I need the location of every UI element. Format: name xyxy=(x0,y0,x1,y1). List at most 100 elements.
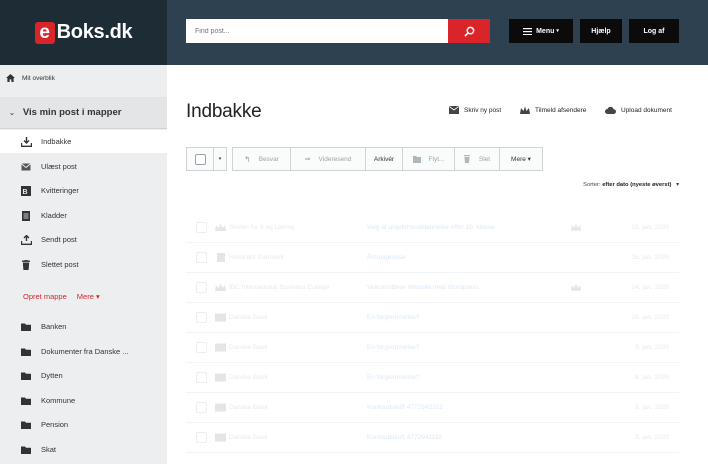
top-bar: e Boks.dk Menu ▾ Hjælp Log af xyxy=(0,0,708,65)
menu-label: Menu xyxy=(536,27,555,35)
more-folders-link[interactable]: Mere ▾ xyxy=(77,292,100,301)
sidebar-section-folders[interactable]: ⌄ Vis min post i mapper xyxy=(0,97,167,129)
search-button[interactable] xyxy=(448,19,490,43)
folder-icon xyxy=(19,421,33,429)
menu-button[interactable]: Menu ▾ xyxy=(509,19,573,43)
sidebar-item-drafts[interactable]: Kladder xyxy=(0,204,167,227)
message-sender: Danske Bank xyxy=(229,434,268,441)
message-sender: Danske Bank xyxy=(229,374,268,381)
reply-button[interactable]: ↰ Besvar xyxy=(232,147,291,171)
message-sender: Hosbrødt Danmark xyxy=(229,254,284,261)
create-folder-link[interactable]: Opret mappe xyxy=(23,292,67,301)
crown-icon xyxy=(215,223,226,231)
sort-value: efter dato (nyeste øverst) xyxy=(602,182,672,188)
message-row[interactable]: Danske Bank En forglemmelse? 9. jan. 202… xyxy=(186,333,679,363)
message-row[interactable]: Danske Bank En forglemmelse? 10. jan. 20… xyxy=(186,303,679,333)
envelope-icon xyxy=(215,313,226,322)
message-date: 14. jan. 2020 xyxy=(631,284,669,291)
checkbox-icon xyxy=(194,153,206,165)
message-row[interactable]: Hosbrødt Danmark Årsopgørelse 15. jan. 2… xyxy=(186,243,679,273)
write-post-button[interactable]: Skriv ny post xyxy=(449,106,501,114)
message-date: 9. jan. 2020 xyxy=(635,344,669,351)
sidebar-item-label: Slettet post xyxy=(41,260,79,269)
message-subject: Kontoudskrift 4772943202 xyxy=(367,404,443,411)
select-all-checkbox[interactable] xyxy=(186,147,214,171)
sidebar-folder[interactable]: Skat xyxy=(0,438,167,461)
cloud-upload-icon xyxy=(605,106,616,114)
message-row[interactable]: Skolen for 9 og Læring Valg af ungdomsud… xyxy=(186,213,679,243)
message-subject: Velkomstbrev Website med Wordpress xyxy=(367,284,479,291)
chevron-down-icon: ▾ xyxy=(556,28,559,34)
row-checkbox[interactable] xyxy=(196,342,207,353)
select-dropdown[interactable]: ▾ xyxy=(213,147,227,171)
crown-icon xyxy=(571,223,581,231)
row-checkbox[interactable] xyxy=(196,372,207,383)
message-row[interactable]: Danske Bank En forglemmelse? 8. jan. 202… xyxy=(186,363,679,393)
forward-button[interactable]: ⇒ Videresend xyxy=(290,147,366,171)
row-checkbox[interactable] xyxy=(196,252,207,263)
folder-move-icon xyxy=(412,155,421,163)
sidebar-folder-label: Skat xyxy=(41,445,57,454)
message-date: 3. jan. 2020 xyxy=(635,434,669,441)
page-title: Indbakke xyxy=(186,101,262,122)
message-subject: En forglemmelse? xyxy=(367,314,420,321)
message-row[interactable]: Danske Bank Kontoudskrift 4772941192 3. … xyxy=(186,423,679,453)
sidebar-folder[interactable]: Banken xyxy=(0,315,167,338)
message-date: 15. jan. 2020 xyxy=(631,224,669,231)
message-sender: IBC International Business College xyxy=(229,284,330,291)
message-date: 8. jan. 2020 xyxy=(635,374,669,381)
sidebar-item-receipts[interactable]: B Kvitteringer xyxy=(0,179,167,202)
sidebar-item-inbox[interactable]: Indbakke xyxy=(0,130,167,153)
sort-control[interactable]: Sorter: efter dato (nyeste øverst) ▾ xyxy=(583,182,679,188)
sidebar-folder-label: Dytten xyxy=(41,371,63,380)
logo[interactable]: e Boks.dk xyxy=(0,0,167,65)
chevron-down-icon: ⌄ xyxy=(9,109,15,117)
reply-icon: ↰ xyxy=(244,154,251,164)
logo-mark: e xyxy=(34,21,55,44)
sidebar-folder[interactable]: Dokumenter fra Danske ... xyxy=(0,340,167,363)
subscribe-senders-button[interactable]: Tilmeld afsendere xyxy=(520,106,586,115)
message-date: 3. jan. 2020 xyxy=(635,404,669,411)
sidebar-folder[interactable]: Pension xyxy=(0,413,167,436)
more-actions-button[interactable]: Mere ▾ xyxy=(499,147,543,171)
receipt-icon: B xyxy=(19,185,33,196)
row-checkbox[interactable] xyxy=(196,312,207,323)
message-subject: En forglemmelse? xyxy=(367,344,420,351)
move-button[interactable]: Flyt... xyxy=(402,147,455,171)
logout-button[interactable]: Log af xyxy=(629,19,679,43)
sent-icon xyxy=(19,234,33,245)
trash-icon xyxy=(19,259,33,270)
message-row[interactable]: IBC International Business College Velko… xyxy=(186,273,679,303)
upload-document-button[interactable]: Upload dokument xyxy=(605,106,672,114)
search-bar: Menu ▾ Hjælp Log af xyxy=(167,0,708,65)
subscribe-senders-label: Tilmeld afsendere xyxy=(535,107,587,114)
draft-icon xyxy=(19,210,33,221)
envelope-icon xyxy=(215,403,226,412)
row-checkbox[interactable] xyxy=(196,282,207,293)
home-icon xyxy=(6,74,15,82)
document-icon xyxy=(217,253,225,262)
message-sender: Skolen for 9 og Læring xyxy=(229,224,295,231)
sidebar-folder[interactable]: Dytten xyxy=(0,364,167,387)
search-input[interactable] xyxy=(186,19,448,43)
delete-button[interactable]: Slet xyxy=(454,147,500,171)
folder-actions: Opret mappe Mere ▾ xyxy=(0,287,167,305)
trash-icon xyxy=(463,155,470,163)
sidebar-folder[interactable]: Kommune xyxy=(0,389,167,412)
sidebar-item-unread[interactable]: Ulæst post xyxy=(0,155,167,178)
main-content: Indbakke Skriv ny post Tilmeld afsendere… xyxy=(167,65,708,464)
help-button[interactable]: Hjælp xyxy=(580,19,622,43)
sidebar-item-deleted[interactable]: Slettet post xyxy=(0,253,167,276)
message-row[interactable]: Danske Bank Kontoudskrift 4772943202 3. … xyxy=(186,393,679,423)
folder-icon xyxy=(19,348,33,356)
row-checkbox[interactable] xyxy=(196,222,207,233)
crown-icon xyxy=(571,283,581,291)
write-post-label: Skriv ny post xyxy=(464,106,502,114)
sidebar: Mit overblik ⌄ Vis min post i mapper Ind… xyxy=(0,65,167,464)
delete-label: Slet xyxy=(478,155,491,163)
row-checkbox[interactable] xyxy=(196,402,207,413)
row-checkbox[interactable] xyxy=(196,432,207,443)
sidebar-item-sent[interactable]: Sendt post xyxy=(0,228,167,251)
archive-button[interactable]: Arkivér xyxy=(365,147,403,171)
sidebar-item-overview[interactable]: Mit overblik xyxy=(0,69,167,87)
